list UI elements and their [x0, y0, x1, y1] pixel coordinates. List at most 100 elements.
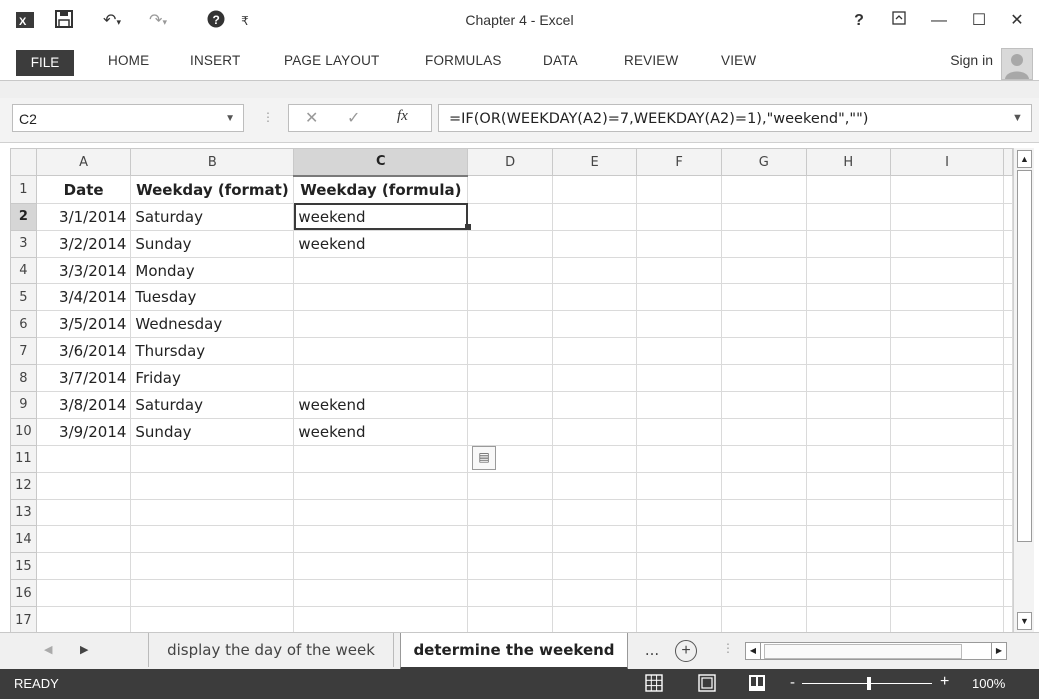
cell-a5[interactable]: 3/4/2014 [35, 283, 132, 312]
cell-b5[interactable]: Tuesday [130, 283, 295, 312]
sheet-tab-determine-weekend[interactable]: determine the weekend [400, 633, 628, 670]
cell[interactable] [636, 283, 722, 312]
row-header[interactable]: 4 [10, 256, 37, 285]
cell-b3[interactable]: Sunday [130, 229, 295, 258]
chevron-down-icon[interactable]: ▼ [225, 105, 235, 133]
cell[interactable] [720, 391, 807, 419]
cell[interactable] [1003, 310, 1013, 339]
cell-b13[interactable] [130, 498, 295, 527]
cell[interactable] [467, 337, 553, 366]
cell[interactable] [805, 310, 892, 339]
cell[interactable] [1003, 391, 1013, 419]
ribbon-display-options-icon[interactable] [884, 8, 914, 34]
cell[interactable] [1003, 444, 1013, 473]
cell[interactable] [805, 498, 892, 527]
cell-a12[interactable] [35, 471, 132, 500]
column-header-b[interactable]: B [130, 148, 295, 177]
column-header-d[interactable]: D [467, 148, 553, 177]
new-sheet-button[interactable]: + [675, 640, 697, 662]
cell[interactable] [890, 391, 1004, 419]
tab-formulas[interactable]: FORMULAS [425, 53, 502, 68]
cell-c13[interactable] [293, 498, 469, 527]
cell[interactable] [805, 525, 892, 554]
cell[interactable] [805, 175, 892, 204]
cell[interactable] [636, 606, 722, 632]
cell-b4[interactable]: Monday [130, 256, 295, 285]
cell[interactable] [636, 364, 722, 393]
cell[interactable] [551, 391, 638, 419]
cell[interactable] [551, 498, 638, 527]
row-header[interactable]: 17 [10, 606, 37, 632]
column-header-e[interactable]: E [551, 148, 638, 177]
cell[interactable] [720, 283, 807, 312]
cell[interactable] [1003, 256, 1013, 285]
cell[interactable] [1003, 417, 1013, 446]
minimize-button[interactable]: — [924, 8, 954, 34]
cell-c12[interactable] [293, 471, 469, 500]
cell-c2[interactable]: weekend [293, 202, 469, 231]
row-header[interactable]: 6 [10, 310, 37, 339]
cell[interactable] [551, 256, 638, 285]
cell[interactable] [467, 417, 553, 446]
normal-view-icon[interactable] [645, 674, 663, 697]
cell-a10[interactable]: 3/9/2014 [35, 417, 132, 446]
cell[interactable] [720, 310, 807, 339]
cell[interactable] [890, 606, 1004, 632]
cell[interactable] [551, 310, 638, 339]
cell-a4[interactable]: 3/3/2014 [35, 256, 132, 285]
cell-c14[interactable] [293, 525, 469, 554]
cell[interactable] [720, 579, 807, 608]
row-header[interactable]: 16 [10, 579, 37, 608]
expand-formula-bar-icon[interactable]: ▼ [1012, 112, 1023, 124]
maximize-button[interactable]: ☐ [964, 8, 994, 34]
cell-a17[interactable] [35, 606, 132, 632]
row-header[interactable]: 12 [10, 471, 37, 500]
column-header-f[interactable]: F [636, 148, 722, 177]
cell-c4[interactable] [293, 256, 469, 285]
page-break-view-icon[interactable] [748, 674, 766, 697]
cell[interactable] [1003, 498, 1013, 527]
cell[interactable] [1003, 579, 1013, 608]
cell[interactable] [720, 417, 807, 446]
tab-split-handle-icon[interactable]: ⋮ [722, 641, 734, 655]
cell[interactable] [467, 283, 553, 312]
column-header-h[interactable]: H [805, 148, 892, 177]
row-header[interactable]: 7 [10, 337, 37, 366]
more-sheets-button[interactable]: ... [640, 633, 664, 667]
cell[interactable] [636, 498, 722, 527]
cell-b11[interactable] [130, 444, 295, 473]
cell[interactable] [805, 579, 892, 608]
cell[interactable] [1003, 525, 1013, 554]
row-header[interactable]: 14 [10, 525, 37, 554]
cell[interactable] [467, 606, 553, 632]
cell-c16[interactable] [293, 579, 469, 608]
close-button[interactable]: ✕ [1002, 8, 1032, 34]
cell[interactable] [1003, 471, 1013, 500]
column-header-j[interactable] [1003, 148, 1013, 177]
column-header-g[interactable]: G [720, 148, 807, 177]
zoom-slider-thumb[interactable] [867, 677, 871, 690]
cell-a1[interactable]: Date [35, 175, 132, 204]
cell[interactable] [890, 337, 1004, 366]
row-header[interactable]: 10 [10, 417, 37, 446]
scroll-thumb[interactable] [1017, 170, 1032, 542]
formula-input[interactable]: =IF(OR(WEEKDAY(A2)=7,WEEKDAY(A2)=1),"wee… [438, 104, 1032, 132]
cell[interactable] [1003, 175, 1013, 204]
cell[interactable] [636, 552, 722, 581]
cell[interactable] [720, 471, 807, 500]
horizontal-scrollbar[interactable]: ◀ ▶ [745, 642, 1007, 660]
cell-b6[interactable]: Wednesday [130, 310, 295, 339]
cell[interactable] [720, 256, 807, 285]
cell[interactable] [720, 364, 807, 393]
cell[interactable] [720, 525, 807, 554]
cell[interactable] [551, 471, 638, 500]
cell-a8[interactable]: 3/7/2014 [35, 364, 132, 393]
tab-home[interactable]: HOME [108, 53, 149, 68]
cell[interactable] [551, 444, 638, 473]
cell-c17[interactable] [293, 606, 469, 632]
cell[interactable] [467, 310, 553, 339]
cell[interactable] [551, 579, 638, 608]
cell[interactable] [467, 471, 553, 500]
cell[interactable] [636, 391, 722, 419]
cell[interactable] [805, 417, 892, 446]
